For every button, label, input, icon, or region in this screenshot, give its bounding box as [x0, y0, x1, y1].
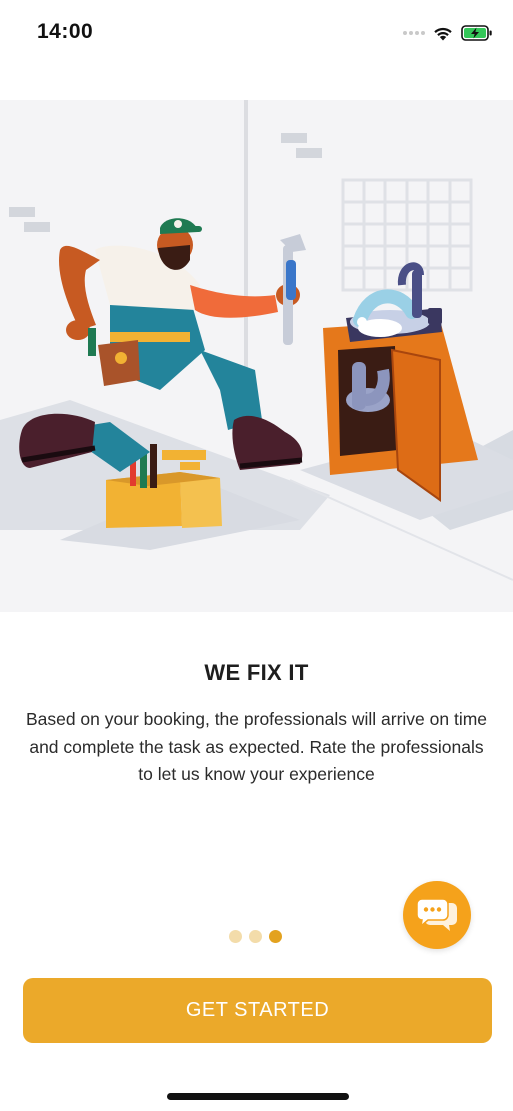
battery-charging-icon: [461, 25, 492, 41]
signal-dots-icon: [403, 31, 425, 35]
onboarding-title: WE FIX IT: [204, 660, 309, 685]
onboarding-description: Based on your booking, the professionals…: [25, 709, 488, 784]
page-dot[interactable]: [229, 930, 242, 943]
page-indicator: [229, 930, 282, 943]
status-bar: 14:00: [0, 0, 513, 62]
page-dot[interactable]: [249, 930, 262, 943]
hero-illustration: [0, 100, 513, 612]
wifi-icon: [434, 27, 452, 40]
page-dot-active[interactable]: [269, 930, 282, 943]
get-started-button[interactable]: GET STARTED: [23, 978, 492, 1043]
home-indicator[interactable]: [167, 1093, 349, 1100]
chat-button[interactable]: [403, 881, 471, 949]
chat-bubbles-icon: [416, 898, 457, 931]
status-time: 14:00: [37, 20, 94, 43]
status-icons: [403, 24, 493, 42]
plumber-fixing-sink-illustration: [0, 100, 513, 581]
